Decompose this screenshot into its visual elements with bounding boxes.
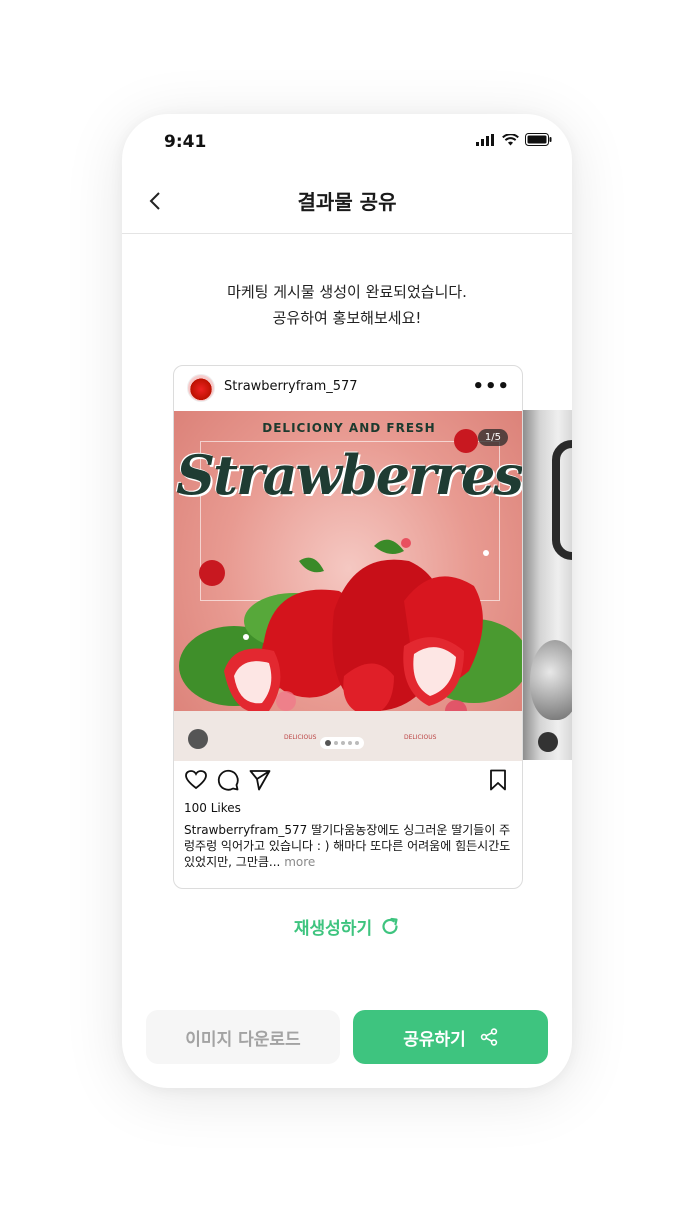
share-label: 공유하기 — [403, 1029, 466, 1050]
slide-dot — [334, 741, 338, 745]
preview-user-icon — [538, 732, 558, 752]
post-actions — [174, 768, 522, 798]
post-carousel[interactable]: Strawberryfram_577 ••• DELICIONY AND FRE… — [122, 365, 572, 889]
send-icon[interactable] — [248, 768, 272, 792]
page-title: 결과물 공유 — [297, 190, 397, 214]
wifi-icon — [502, 133, 519, 145]
slide-dot — [325, 740, 331, 746]
battery-icon — [525, 133, 552, 146]
download-image-button[interactable]: 이미지 다운로드 — [146, 1010, 340, 1064]
completion-message: 마케팅 게시물 생성이 완료되었습니다. 공유하여 홍보해보세요! — [122, 279, 572, 331]
strawberries-illustration: DELICIOUS DELICIOUS — [174, 429, 522, 761]
next-post-preview[interactable] — [522, 410, 572, 760]
phone-screen: 9:41 결과물 공유 마케팅 게시물 생성이 완료되었습니다. 공유하여 홍보… — [122, 114, 572, 1088]
regenerate-button[interactable]: 재생성하기 — [122, 914, 572, 939]
message-line-2: 공유하여 홍보해보세요! — [272, 309, 422, 327]
user-tag-icon[interactable] — [188, 729, 208, 749]
heart-icon[interactable] — [184, 768, 208, 792]
svg-text:DELICIOUS: DELICIOUS — [284, 734, 317, 741]
slide-indicator — [320, 737, 364, 749]
caption-text: Strawberryfram_577 딸기다움농장에도 싱그러운 딸기들이 주렁… — [184, 823, 511, 869]
refresh-icon — [382, 917, 398, 934]
slide-dot — [355, 741, 359, 745]
nav-bar: 결과물 공유 — [122, 170, 572, 234]
status-bar: 9:41 — [122, 114, 572, 170]
post-caption: Strawberryfram_577 딸기다움농장에도 싱그러운 딸기들이 주렁… — [184, 822, 516, 870]
post-username[interactable]: Strawberryfram_577 — [224, 379, 358, 394]
post-image[interactable]: DELICIONY AND FRESH Strawberres DELICIOU… — [174, 411, 522, 761]
download-label: 이미지 다운로드 — [185, 1029, 301, 1050]
slide-counter: 1/5 — [477, 429, 508, 446]
instagram-post-preview: Strawberryfram_577 ••• DELICIONY AND FRE… — [173, 365, 523, 889]
slide-dot — [348, 741, 352, 745]
message-line-1: 마케팅 게시물 생성이 완료되었습니다. — [227, 283, 467, 301]
share-icon — [480, 1028, 497, 1046]
preview-strawberry — [530, 640, 572, 720]
signal-icon — [476, 133, 494, 146]
likes-count: 100 Likes — [184, 801, 241, 815]
status-time: 9:41 — [164, 132, 207, 152]
avatar[interactable] — [187, 374, 215, 402]
post-header: Strawberryfram_577 ••• — [174, 366, 522, 411]
caption-more-link[interactable]: more — [284, 855, 315, 869]
comment-icon[interactable] — [216, 768, 240, 792]
regenerate-label: 재생성하기 — [293, 919, 373, 939]
svg-text:DELICIOUS: DELICIOUS — [404, 734, 437, 741]
status-icons — [476, 133, 552, 146]
more-options-icon[interactable]: ••• — [472, 376, 510, 397]
preview-object — [552, 440, 572, 560]
slide-dot — [341, 741, 345, 745]
share-button[interactable]: 공유하기 — [353, 1010, 548, 1064]
bookmark-icon[interactable] — [486, 768, 510, 792]
